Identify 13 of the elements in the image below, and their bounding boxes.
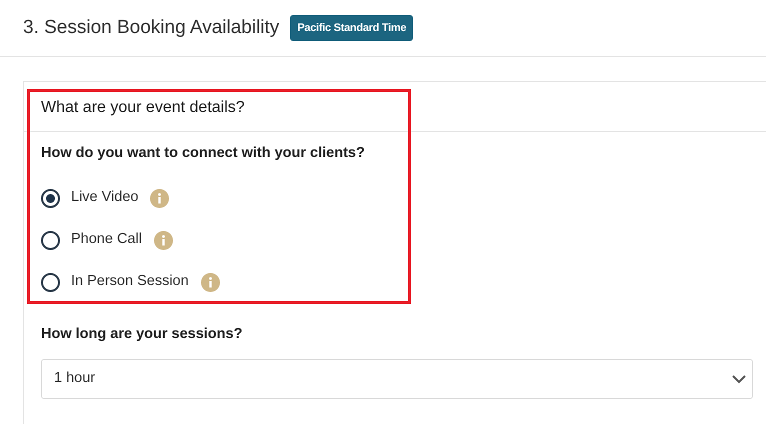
option-label: Phone Call <box>71 230 142 250</box>
duration-select[interactable]: 1 hour <box>41 359 753 399</box>
card-title: What are your event details? <box>41 99 245 116</box>
radio-button[interactable] <box>41 188 60 208</box>
page-title: 3. Session Booking Availability <box>23 16 280 40</box>
radio-button[interactable] <box>41 230 60 250</box>
option-label: Live Video <box>71 188 138 208</box>
radio-button[interactable] <box>41 272 60 292</box>
question-label: How do you want to connect with your clients? <box>41 144 366 163</box>
question-label: How long are your sessions? <box>41 325 244 344</box>
chevron-down-icon <box>732 374 746 384</box>
timezone-badge: Pacific Standard Time <box>290 14 414 42</box>
option-label: In Person Session <box>71 272 189 292</box>
